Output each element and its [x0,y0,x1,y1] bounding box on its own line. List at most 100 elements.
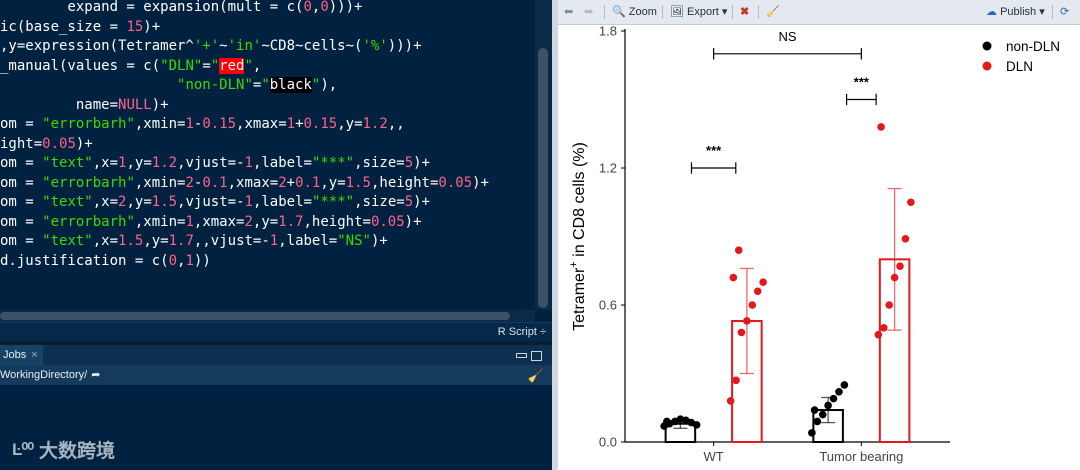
data-point [818,410,827,419]
code-line[interactable]: om = "text",x=1.5,y=1.7,,vjust=-1,label=… [0,232,388,251]
tab-jobs[interactable]: Jobs × [0,345,43,365]
legend-label: DLN [1006,59,1033,74]
significance-label: *** [854,75,870,90]
code-line[interactable]: om = "text",x=2,y=1.5,vjust=-1,label="**… [0,193,430,212]
code-token: 5 [404,194,414,210]
close-icon[interactable]: × [31,349,37,361]
code-token: "text" [42,194,93,210]
data-point [829,394,838,403]
code-token: ,y= [126,194,152,210]
code-token: 1.2 [362,116,388,132]
y-tick-label: 1.8 [599,24,617,39]
code-token: )+ [370,233,388,249]
code-token: om = [0,213,43,230]
y-axis-label-rest: in CD8 cells (%) [571,142,588,261]
code-token: '+' [193,38,220,54]
code-token: ,,vjust=- [193,233,270,249]
code-token: 0.1 [295,174,321,191]
code-token: )+ [413,194,430,210]
code-token: "***" [311,155,355,171]
code-line[interactable]: ight=0.05)+ [0,135,93,154]
export-label: Export [687,6,719,18]
working-directory-label: WorkingDirectory/ [0,369,88,381]
editor-horizontal-scrollbar[interactable] [0,310,535,322]
data-point [907,198,915,207]
code-token: 1.7 [168,233,194,249]
working-directory-path[interactable]: WorkingDirectory/➦ [0,365,100,385]
code-token: )+ [151,96,169,113]
export-button[interactable]: 🖼 Export ▾ [670,0,727,24]
code-line[interactable]: "non-DLN"="black"), [0,76,337,95]
data-point [692,421,701,429]
code-token: )+ [143,18,161,35]
code-token: ,vjust=- [177,155,245,171]
code-token: "text" [42,233,93,249]
code-token: 0 [320,0,329,15]
code-line[interactable]: name=NULL)+ [0,96,169,115]
plot-canvas: 0.0 0.6 1.2 1.8 WT Tumor bearing Tetramer+ in … [568,24,1060,464]
code-token: 0 [168,252,178,269]
code-editor-pane[interactable]: expand = expansion(mult = c(0,0)))+ ic(ba… [0,0,552,470]
code-line[interactable]: om = "errorbarh",xmin=1-0.15,xmax=1+0.15… [0,115,405,134]
publish-button[interactable]: ☁ Publish ▾ [986,0,1045,24]
broom-icon[interactable]: 🧹 [766,0,780,24]
editor-horizontal-scroll-thumb[interactable] [0,312,510,320]
editor-vertical-scrollbar[interactable] [535,0,552,310]
y-tick-label: 0.6 [599,298,617,313]
code-token: " [244,57,253,74]
code-token: ,xmax= [227,174,279,191]
code-token: ,x= [92,155,119,171]
console-toolbar: WorkingDirectory/➦ 🧹 [0,365,552,385]
script-type-selector[interactable]: R Script ÷ [498,324,546,340]
code-token: ~ [219,38,228,54]
data-point [896,262,904,270]
editor-status-bar: R Script ÷ [0,322,552,341]
publish-icon: ☁ [986,6,997,18]
code-token: ,label= [252,194,312,210]
forward-arrow-icon[interactable]: ➡ [584,0,593,24]
code-token: ,xmin= [134,174,186,191]
code-token: 5 [404,155,414,171]
data-point [663,417,671,426]
minimize-pane-icon[interactable] [516,353,527,358]
code-line[interactable]: om = "errorbarh",xmin=1,xmax=2,y=1.7,hei… [0,213,422,232]
code-token: ,y= [252,213,279,230]
data-point [748,301,757,309]
code-editor[interactable]: expand = expansion(mult = c(0,0)))+ ic(ba… [0,0,535,310]
chevron-down-icon: ▾ [721,6,728,18]
code-line[interactable]: d.justification = c(0,1)) [0,252,211,271]
clear-console-icon[interactable]: 🧹 [528,368,544,384]
data-point [808,429,816,437]
toolbar-separator [662,5,663,19]
code-token: ,size= [354,155,405,171]
code-token: ,xmin= [134,213,186,230]
code-line[interactable]: om = "errorbarh",xmin=2-0.1,xmax=2+0.1,y… [0,174,489,193]
go-to-directory-icon[interactable]: ➦ [91,369,100,381]
back-arrow-icon[interactable]: ⬅ [564,0,573,24]
code-token: d.justification = c( [0,252,169,269]
code-line[interactable]: om = "text",x=1,y=1.2,vjust=-1,label="**… [0,154,430,173]
code-line[interactable]: _manual(values = c("DLN"="red", [0,57,261,76]
code-token: om = [0,233,43,249]
maximize-pane-icon[interactable] [531,351,542,361]
remove-plot-icon[interactable]: ✖ [740,0,749,24]
significance-label: NS [778,29,796,44]
toolbar-separator [758,5,759,19]
code-token: 1.5 [118,233,144,249]
code-token: ,xmax= [193,213,245,230]
editor-vertical-scroll-thumb[interactable] [538,48,548,308]
code-token: "errorbarh" [42,174,135,191]
code-token: ,label= [278,233,338,249]
code-line[interactable]: ,y=expression(Tetramer^'+'~'in'~CD8~cell… [0,37,422,56]
zoom-button[interactable]: 🔍 Zoom [612,0,657,24]
refresh-icon[interactable]: ⟳ [1060,0,1069,24]
code-token: )+ [472,174,489,191]
code-token: _manual(values = c( [0,57,161,74]
zoom-icon: 🔍 [612,6,626,18]
code-token: 0.1 [202,174,228,191]
code-token: "errorbarh" [42,116,135,132]
code-line[interactable]: expand = expansion(mult = c(0,0)))+ [0,0,362,17]
zoom-label: Zoom [628,6,657,18]
code-line[interactable]: ic(base_size = 15)+ [0,18,160,37]
legend-marker [982,61,992,71]
